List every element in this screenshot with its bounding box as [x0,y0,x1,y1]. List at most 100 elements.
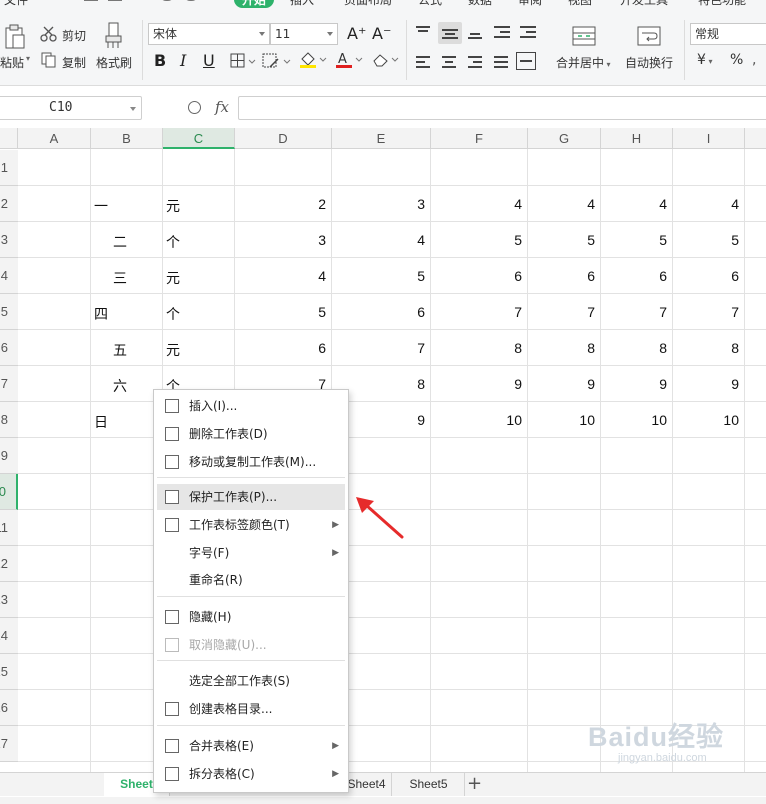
cell-style-icon[interactable] [262,53,292,72]
cell-h8[interactable]: 10 [601,412,667,428]
row-header-5[interactable]: 5 [0,294,18,330]
name-box[interactable]: C10 [0,96,142,120]
column-header-a[interactable]: A [18,128,91,149]
row-header-1[interactable]: 1 [0,150,18,186]
row-header-4[interactable]: 4 [0,258,18,294]
align-right-icon[interactable] [466,54,486,70]
sheet-tab-sheet5[interactable]: Sheet5 [393,773,465,796]
cell-b5[interactable]: 四 [94,304,160,324]
cell-g2[interactable]: 4 [528,196,595,212]
column-header-e[interactable]: E [332,128,431,149]
context-menu-item[interactable]: 创建表格目录... [157,696,345,722]
cell-i4[interactable]: 6 [673,268,739,284]
cell-i3[interactable]: 5 [673,232,739,248]
format-painter-icon[interactable] [104,22,124,53]
menu-page-layout[interactable]: 页面布局 [344,0,392,8]
align-bottom-icon[interactable] [466,24,486,40]
menu-view[interactable]: 视图 [568,0,592,8]
paste-icon[interactable] [4,24,26,50]
cell-g7[interactable]: 9 [528,376,595,392]
row-header-14[interactable]: 14 [0,618,18,654]
cell-h5[interactable]: 7 [601,304,667,320]
cell-c6[interactable]: 元 [166,340,232,360]
number-format-combo[interactable]: 常规 [690,23,766,45]
cell-g5[interactable]: 7 [528,304,595,320]
row-header-2[interactable]: 2 [0,186,18,222]
copy-button[interactable]: 复制 [62,54,86,71]
shrink-font-button[interactable]: A⁻ [372,24,391,43]
cell-f7[interactable]: 9 [431,376,522,392]
menu-review[interactable]: 审阅 [518,0,542,8]
cell-f3[interactable]: 5 [431,232,522,248]
row-header-17[interactable]: 17 [0,726,18,762]
cell-c5[interactable]: 个 [166,304,232,324]
cell-i2[interactable]: 4 [673,196,739,212]
align-center-icon[interactable] [440,54,460,70]
save-icon[interactable] [84,0,98,1]
font-name-combo[interactable]: 宋体 [148,23,270,45]
menu-insert[interactable]: 插入 [290,0,314,8]
cell-d6[interactable]: 6 [235,340,326,356]
column-header-d[interactable]: D [235,128,332,149]
row-header-15[interactable]: 15 [0,654,18,690]
merge-center-icon[interactable] [572,26,596,49]
menu-home[interactable]: 开始 [234,0,275,8]
column-header-i[interactable]: I [673,128,745,149]
context-menu-item[interactable]: 隐藏(H) [157,604,345,630]
align-middle-icon[interactable] [438,22,462,44]
cell-d4[interactable]: 4 [235,268,326,284]
zoom-icon[interactable] [188,101,201,114]
grow-font-button[interactable]: A⁺ [347,24,366,43]
row-header-11[interactable]: 11 [0,510,18,546]
cell-f8[interactable]: 10 [431,412,522,428]
copy-icon[interactable] [41,52,57,71]
column-header-c[interactable]: C [163,128,235,149]
context-menu-item[interactable]: 字号(F) ▶ [157,540,345,566]
cell-g4[interactable]: 6 [528,268,595,284]
cell-f6[interactable]: 8 [431,340,522,356]
column-header-b[interactable]: B [91,128,163,149]
context-menu-item[interactable]: 合并表格(E) ▶ [157,733,345,759]
merge-center-button[interactable]: 合并居中 ▾ [556,54,611,71]
comma-style-icon[interactable]: , [752,52,756,68]
select-all-corner[interactable] [0,128,18,149]
cell-i5[interactable]: 7 [673,304,739,320]
justify-icon[interactable] [492,54,512,70]
decrease-indent-icon[interactable] [492,24,512,40]
wrap-text-button[interactable]: 自动换行 [625,54,673,71]
cell-f4[interactable]: 6 [431,268,522,284]
undo-icon[interactable] [160,0,174,1]
cell-g3[interactable]: 5 [528,232,595,248]
add-sheet-button[interactable]: + [467,775,482,793]
context-menu-item[interactable]: 拆分表格(C) ▶ [157,761,345,787]
context-menu-item[interactable]: 删除工作表(D) [157,421,345,447]
column-header-g[interactable]: G [528,128,601,149]
context-menu-item[interactable]: 移动或复制工作表(M)... [157,449,345,475]
cell-d3[interactable]: 3 [235,232,326,248]
row-header-16[interactable]: 16 [0,690,18,726]
context-menu-item[interactable]: 工作表标签颜色(T) ▶ [157,512,345,538]
insert-function-button[interactable]: fx [215,98,229,116]
column-header-f[interactable]: F [431,128,528,149]
menu-developer[interactable]: 开发工具 [620,0,668,8]
row-header-6[interactable]: 6 [0,330,18,366]
italic-button[interactable]: I [180,51,186,70]
formula-input[interactable] [238,96,766,120]
row-header-3[interactable]: 3 [0,222,18,258]
cell-g6[interactable]: 8 [528,340,595,356]
cut-button[interactable]: 剪切 [62,27,86,44]
cell-i7[interactable]: 9 [673,376,739,392]
context-menu-item[interactable]: 选定全部工作表(S) [157,668,345,694]
menu-data[interactable]: 数据 [468,0,492,8]
cell-d5[interactable]: 5 [235,304,326,320]
cell-e6[interactable]: 7 [332,340,425,356]
row-header-8[interactable]: 8 [0,402,18,438]
distributed-align-icon[interactable] [516,52,536,70]
cell-b2[interactable]: 一 [94,196,160,216]
cell-e5[interactable]: 6 [332,304,425,320]
cell-e4[interactable]: 5 [332,268,425,284]
cell-h6[interactable]: 8 [601,340,667,356]
row-header-7[interactable]: 7 [0,366,18,402]
cell-i6[interactable]: 8 [673,340,739,356]
menu-formulas[interactable]: 公式 [418,0,442,8]
